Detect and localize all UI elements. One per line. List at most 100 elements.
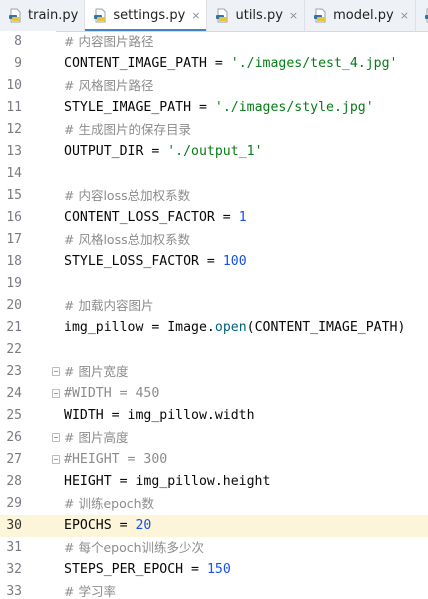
code-line[interactable]: 19 — [0, 273, 428, 295]
code-line[interactable]: 29 # 训练epoch数 — [0, 493, 428, 515]
code-line[interactable]: 13 OUTPUT_DIR = './output_1' — [0, 141, 428, 163]
code-text: #WIDTH = 450 — [64, 383, 159, 405]
line-number: 17 — [6, 232, 22, 247]
code-token-op: = — [198, 100, 215, 115]
line-number: 14 — [6, 166, 22, 181]
code-token-comment: # 每个epoch训练多少次 — [64, 540, 205, 555]
tab-label: train.py — [28, 8, 79, 23]
code-token-plain: Image. — [167, 320, 215, 335]
line-number: 32 — [6, 562, 22, 577]
python-file-icon — [93, 8, 108, 23]
line-number: 27 — [6, 452, 22, 467]
code-token-comment: # 风格loss总加权系数 — [64, 232, 191, 247]
close-tab-icon[interactable]: × — [289, 9, 298, 22]
code-token-plain: img_pillow.width — [127, 408, 255, 423]
code-token-op: = — [151, 144, 168, 159]
code-token-plain: CONTENT_IMAGE_PATH — [64, 56, 215, 71]
code-text: # 图片高度 — [64, 427, 128, 450]
tab-label: settings.py — [113, 8, 186, 23]
tab-label: utils.py — [235, 8, 283, 23]
code-token-comment: # 加载内容图片 — [64, 298, 154, 313]
code-line[interactable]: 8 # 内容图片路径 — [0, 31, 428, 53]
code-editor[interactable]: 8 # 内容图片路径 9 CONTENT_IMAGE_PATH = './images… — [0, 31, 428, 599]
code-token-string: './images/style.jpg' — [214, 100, 374, 115]
code-line[interactable]: 28 HEIGHT = img_pillow.height — [0, 471, 428, 493]
code-line[interactable]: 30 EPOCHS = 20 — [0, 515, 428, 537]
code-text: # 图片宽度 — [64, 361, 128, 384]
fold-toggle-icon[interactable] — [52, 389, 60, 398]
line-number: 9 — [14, 56, 22, 71]
code-token-op: = — [222, 210, 239, 225]
line-number: 23 — [6, 364, 22, 379]
code-line[interactable]: 18 STYLE_LOSS_FACTOR = 100 — [0, 251, 428, 273]
code-line[interactable]: 10 # 风格图片路径 — [0, 75, 428, 97]
code-token-func: open — [214, 320, 247, 335]
tab-utils-py[interactable]: utils.py × — [207, 0, 306, 31]
tab-model-py[interactable]: model.py × — [305, 0, 416, 31]
code-line[interactable]: 33 # 学习率 — [0, 581, 428, 599]
line-number: 11 — [6, 100, 22, 115]
code-line[interactable]: 11 STYLE_IMAGE_PATH = './images/style.jpg… — [0, 97, 428, 119]
fold-toggle-icon[interactable] — [52, 433, 60, 442]
code-token-op: = — [119, 474, 136, 489]
code-text: #HEIGHT = 300 — [64, 449, 167, 471]
code-text: # 训练epoch数 — [64, 493, 154, 516]
fold-toggle-icon[interactable] — [52, 367, 60, 376]
code-token-comment: # 生成图片的保存目录 — [64, 122, 191, 137]
code-text: WIDTH = img_pillow.width — [64, 405, 255, 427]
code-text: # 风格图片路径 — [64, 75, 153, 98]
code-text: # 每个epoch训练多少次 — [64, 537, 204, 560]
close-tab-icon[interactable]: × — [400, 9, 409, 22]
code-text: # 学习率 — [64, 581, 116, 599]
line-number: 28 — [6, 474, 22, 489]
code-text: STEPS_PER_EPOCH = 150 — [64, 559, 231, 581]
code-line[interactable]: 9 CONTENT_IMAGE_PATH = './images/test_4.j… — [0, 53, 428, 75]
code-token-commentmono: #WIDTH = 450 — [64, 386, 160, 401]
tab-settings-py[interactable]: settings.py × — [85, 0, 208, 31]
line-number: 10 — [6, 78, 22, 93]
python-file-icon — [8, 8, 23, 23]
code-line[interactable]: 23 # 图片宽度 — [0, 361, 428, 383]
code-token-plain: OUTPUT_DIR — [64, 144, 152, 159]
code-line[interactable]: 20 # 加载内容图片 — [0, 295, 428, 317]
code-line[interactable]: 17 # 风格loss总加权系数 — [0, 229, 428, 251]
line-number: 26 — [6, 430, 22, 445]
code-line[interactable]: 24 #WIDTH = 450 — [0, 383, 428, 405]
code-token-number: 100 — [222, 254, 247, 269]
code-text: HEIGHT = img_pillow.height — [64, 471, 270, 493]
line-number: 29 — [6, 496, 22, 511]
code-text: # 风格loss总加权系数 — [64, 229, 190, 252]
code-line[interactable]: 27 #HEIGHT = 300 — [0, 449, 428, 471]
code-token-number: 20 — [135, 518, 152, 533]
tab-overflow[interactable] — [416, 0, 428, 31]
code-text: STYLE_IMAGE_PATH = './images/style.jpg' — [64, 97, 374, 119]
line-number: 12 — [6, 122, 22, 137]
code-line[interactable]: 22 — [0, 339, 428, 361]
code-line[interactable]: 12 # 生成图片的保存目录 — [0, 119, 428, 141]
code-line[interactable]: 21 img_pillow = Image.open(CONTENT_IMAGE_… — [0, 317, 428, 339]
code-token-comment: # 图片宽度 — [64, 364, 129, 379]
fold-toggle-icon[interactable] — [52, 455, 60, 464]
editor-tab-bar: train.py settings.py × utils.py × model.py × — [0, 0, 428, 32]
code-line[interactable]: 31 # 每个epoch训练多少次 — [0, 537, 428, 559]
tab-train-py[interactable]: train.py — [0, 0, 86, 31]
code-text: # 内容loss总加权系数 — [64, 185, 190, 208]
code-line[interactable]: 25 WIDTH = img_pillow.width — [0, 405, 428, 427]
code-token-op: = — [191, 562, 207, 577]
code-line[interactable]: 16 CONTENT_LOSS_FACTOR = 1 — [0, 207, 428, 229]
code-line[interactable]: 15 # 内容loss总加权系数 — [0, 185, 428, 207]
line-number: 33 — [6, 584, 22, 599]
code-token-plain: HEIGHT — [64, 474, 120, 489]
line-number: 30 — [6, 518, 22, 533]
code-token-comment: # 学习率 — [64, 584, 116, 599]
code-token-comment: # 内容图片路径 — [64, 34, 154, 49]
code-line[interactable]: 26 # 图片高度 — [0, 427, 428, 449]
code-token-number: 1 — [238, 210, 247, 225]
code-token-commentmono: #HEIGHT = 300 — [64, 452, 168, 467]
line-number: 15 — [6, 188, 22, 203]
code-token-op: = — [119, 518, 136, 533]
code-line[interactable]: 32 STEPS_PER_EPOCH = 150 — [0, 559, 428, 581]
line-number: 31 — [6, 540, 22, 555]
code-line[interactable]: 14 — [0, 163, 428, 185]
close-tab-icon[interactable]: × — [191, 9, 200, 22]
